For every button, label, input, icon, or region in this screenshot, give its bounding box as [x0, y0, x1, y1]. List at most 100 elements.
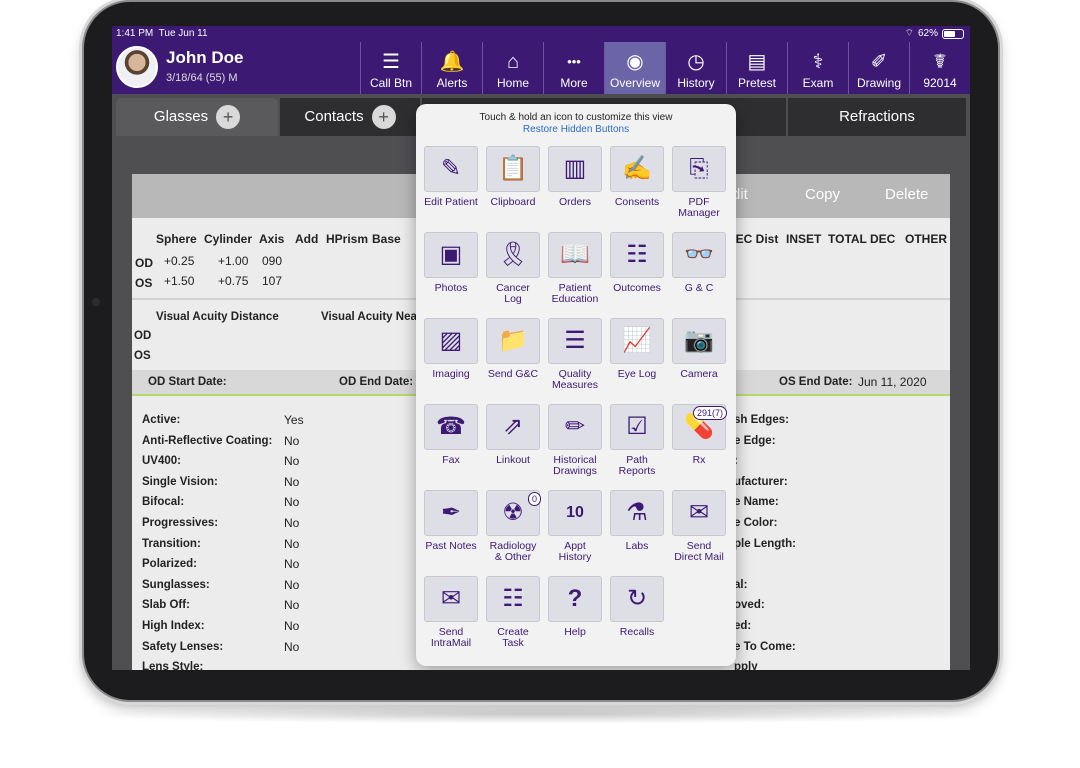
highlighter-icon: ✏: [548, 404, 602, 450]
va-distance-label: Visual Acuity Distance: [156, 311, 279, 323]
os-end-date-label: OS End Date:: [779, 376, 852, 388]
field-label: Sunglasses:: [142, 579, 210, 591]
ribbon-icon: 🎗: [486, 232, 540, 278]
tile-edit-patient[interactable]: ✎Edit Patient: [424, 146, 478, 208]
tab-contacts[interactable]: Contacts+: [280, 98, 420, 136]
top-navigation-bar: John Doe 3/18/64 (55) M ☰Call Btn🔔Alerts…: [112, 42, 970, 94]
rx-header-hprism: HPrism: [326, 232, 368, 246]
tile-create-task[interactable]: ☷Create Task: [486, 576, 540, 649]
tile-pdf-manager[interactable]: ⎘PDF Manager: [672, 146, 726, 219]
tile-help[interactable]: ?Help: [548, 576, 602, 638]
path-report-icon: ☑: [610, 404, 664, 450]
tile-eye-log[interactable]: 📈Eye Log: [610, 318, 664, 380]
tile-outcomes[interactable]: ☷Outcomes: [610, 232, 664, 294]
tile-cancer-log[interactable]: 🎗Cancer Log: [486, 232, 540, 305]
patient-name[interactable]: John Doe: [166, 48, 243, 68]
field-label: Safety Lenses:: [142, 641, 223, 653]
field-label: High Index:: [142, 620, 205, 632]
tile-imaging[interactable]: ▨Imaging: [424, 318, 478, 380]
tile-label: G & C: [672, 283, 726, 294]
add-glasses-icon[interactable]: +: [216, 105, 240, 129]
tile-camera[interactable]: 📷Camera: [672, 318, 726, 380]
popover-hint: Touch & hold an icon to customize this v…: [416, 112, 736, 123]
tile-labs[interactable]: ⚗Labs: [610, 490, 664, 552]
field-label-right: e Edge:: [734, 435, 776, 447]
clipboard-icon: 📋: [486, 146, 540, 192]
field-label-right: ple Length:: [734, 538, 796, 550]
wifi-icon: ⌔: [905, 26, 914, 42]
tile-label: Radiology & Other: [486, 541, 540, 563]
nav-home-button[interactable]: ⌂Home: [482, 42, 543, 94]
tile-path-reports[interactable]: ☑Path Reports: [610, 404, 664, 477]
field-label-right: sh Edges:: [734, 414, 789, 426]
status-bar: 1:41 PM Tue Jun 11 ⌔ 62%: [112, 26, 970, 42]
consents-icon: ✍: [610, 146, 664, 192]
fax-icon: ☎: [424, 404, 478, 450]
device-shadow: [80, 704, 1000, 724]
nav-alerts-button[interactable]: 🔔Alerts: [421, 42, 482, 94]
tile-consents[interactable]: ✍Consents: [610, 146, 664, 208]
field-label: Transition:: [142, 538, 201, 550]
help-icon: ?: [548, 576, 602, 622]
field-label-right: ed:: [734, 620, 751, 632]
nav-label: Pretest: [738, 76, 776, 90]
home-icon: ⌂: [507, 51, 519, 73]
nav-pretest-button[interactable]: ▤Pretest: [726, 42, 787, 94]
field-value: No: [284, 619, 299, 633]
radiation-icon: ☢0: [486, 490, 540, 536]
nav-label: Overview: [610, 76, 660, 90]
status-right: ⌔ 62%: [905, 26, 964, 42]
xray-icon: ☷: [610, 232, 664, 278]
tile-label: Photos: [424, 283, 478, 294]
field-value: No: [284, 495, 299, 509]
call-button-icon: ☰: [382, 51, 400, 73]
tab-refractions[interactable]: Refractions: [788, 98, 966, 136]
tile-send-g-c[interactable]: 📁Send G&C: [486, 318, 540, 380]
count-badge: 0: [528, 492, 541, 506]
tile-clipboard[interactable]: 📋 Clipboard: [486, 146, 540, 208]
tile-linkout[interactable]: ⇗Linkout: [486, 404, 540, 466]
nav-overview-button[interactable]: ◉Overview: [604, 42, 665, 94]
tile-past-notes[interactable]: ✒Past Notes: [424, 490, 478, 552]
tile-orders[interactable]: ▥ Orders: [548, 146, 602, 208]
field-value: No: [284, 640, 299, 654]
pen-nib-icon: ✒: [424, 490, 478, 536]
field-value: Yes: [284, 413, 304, 427]
nav-call-btn-button[interactable]: ☰Call Btn: [360, 42, 421, 94]
add-contacts-icon[interactable]: +: [372, 105, 396, 129]
tab-glasses[interactable]: Glasses+: [116, 98, 278, 136]
checklist-icon: ☰: [548, 318, 602, 364]
delete-button[interactable]: Delete: [885, 186, 928, 203]
battery-icon: [942, 29, 964, 39]
copy-button[interactable]: Copy: [805, 186, 840, 203]
field-label-right: ufacturer:: [734, 476, 788, 488]
tile-send-intramail[interactable]: ✉Send IntraMail: [424, 576, 478, 649]
field-value: No: [284, 475, 299, 489]
orders-icon: ▥: [548, 146, 602, 192]
tile-label: Orders: [548, 197, 602, 208]
tile-recalls[interactable]: ↻Recalls: [610, 576, 664, 638]
tile-send-direct-mail[interactable]: ✉Send Direct Mail: [672, 490, 726, 563]
nav-more-button[interactable]: •••More: [543, 42, 604, 94]
tile-rx[interactable]: 💊291(7)Rx: [672, 404, 726, 466]
tile-photos[interactable]: ▣Photos: [424, 232, 478, 294]
avatar[interactable]: [116, 46, 158, 88]
tile-appt-history[interactable]: 10Appt History: [548, 490, 602, 563]
restore-hidden-buttons-link[interactable]: Restore Hidden Buttons: [416, 124, 736, 135]
tile-radiology-other[interactable]: ☢0 Radiology & Other: [486, 490, 540, 563]
tile-label: Historical Drawings: [548, 455, 602, 477]
nav-exam-button[interactable]: ⚕Exam: [787, 42, 848, 94]
tile-patient-education[interactable]: 📖Patient Education: [548, 232, 602, 305]
tile-label: Clipboard: [486, 197, 540, 208]
tile-quality-measures[interactable]: ☰Quality Measures: [548, 318, 602, 391]
tile-label: Edit Patient: [424, 197, 478, 208]
tile-g-c[interactable]: 👓G & C: [672, 232, 726, 294]
nav-history-button[interactable]: ◷History: [665, 42, 726, 94]
nav-drawing-button[interactable]: ✐Drawing: [848, 42, 909, 94]
rx-header-add: Add: [295, 232, 318, 246]
field-label: UV400:: [142, 455, 181, 467]
nav-92014-button[interactable]: ☤92014: [909, 42, 970, 94]
tile-fax[interactable]: ☎Fax: [424, 404, 478, 466]
tile-historical-drawings[interactable]: ✏ Historical Drawings: [548, 404, 602, 477]
eraser-icon: ✐: [871, 51, 888, 73]
